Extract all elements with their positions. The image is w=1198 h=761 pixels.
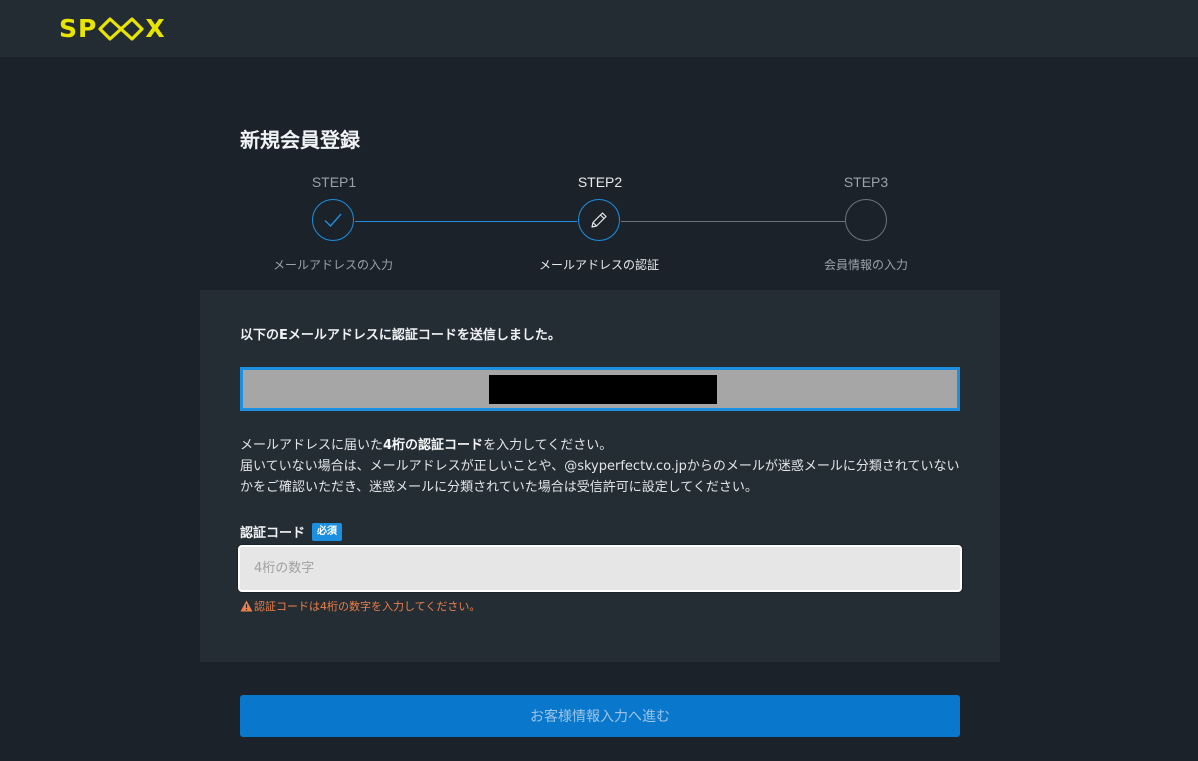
- step2-circle: [578, 199, 620, 241]
- required-badge: 必須: [312, 522, 343, 541]
- step1-caption: メールアドレスの入力: [272, 258, 393, 272]
- verification-code-input[interactable]: [238, 545, 962, 592]
- step1-label: STEP1: [311, 174, 357, 190]
- instructions-line2: 届いていない場合は、メールアドレスが正しいことや、@skyperfectv.co…: [240, 459, 960, 495]
- email-display: [240, 367, 960, 411]
- step-connector-2-3: [621, 221, 845, 222]
- panel-heading: 以下のEメールアドレスに認証コードを送信しました。: [240, 328, 561, 343]
- instructions-line1-bold: 4桁の認証コード: [383, 438, 484, 453]
- pencil-icon: [591, 212, 607, 228]
- step2-label: STEP2: [577, 174, 623, 190]
- step3-label: STEP3: [843, 174, 889, 190]
- step3-circle: [845, 199, 887, 241]
- code-field-label: 認証コード 必須: [240, 522, 343, 541]
- instructions-line1-pre: メールアドレスに届いた: [240, 438, 384, 453]
- step-connector-1-2: [355, 221, 577, 222]
- progress-stepper: STEP1 メールアドレスの入力 STEP2 メールアドレスの認証 STEP3 …: [0, 0, 1198, 290]
- email-value-redacted: [489, 375, 717, 404]
- step2-caption: メールアドレスの認証: [538, 258, 659, 272]
- error-message-text: 認証コードは4桁の数字を入力してください。: [254, 600, 481, 613]
- code-field-label-text: 認証コード: [240, 526, 306, 541]
- step3-caption: 会員情報の入力: [823, 258, 908, 272]
- step1-circle: [312, 199, 354, 241]
- instructions-line1-post: を入力してください。: [483, 438, 613, 453]
- proceed-button[interactable]: お客様情報入力へ進む: [240, 695, 960, 737]
- check-icon: [324, 213, 342, 228]
- instructions-line1: メールアドレスに届いた4桁の認証コードを入力してください。: [240, 435, 970, 456]
- error-message: 認証コードは4桁の数字を入力してください。: [240, 598, 480, 614]
- warning-icon: [240, 600, 253, 612]
- verification-panel: 以下のEメールアドレスに認証コードを送信しました。 メールアドレスに届いた4桁の…: [200, 290, 1000, 662]
- instructions-text: メールアドレスに届いた4桁の認証コードを入力してください。 届いていない場合は、…: [240, 435, 970, 498]
